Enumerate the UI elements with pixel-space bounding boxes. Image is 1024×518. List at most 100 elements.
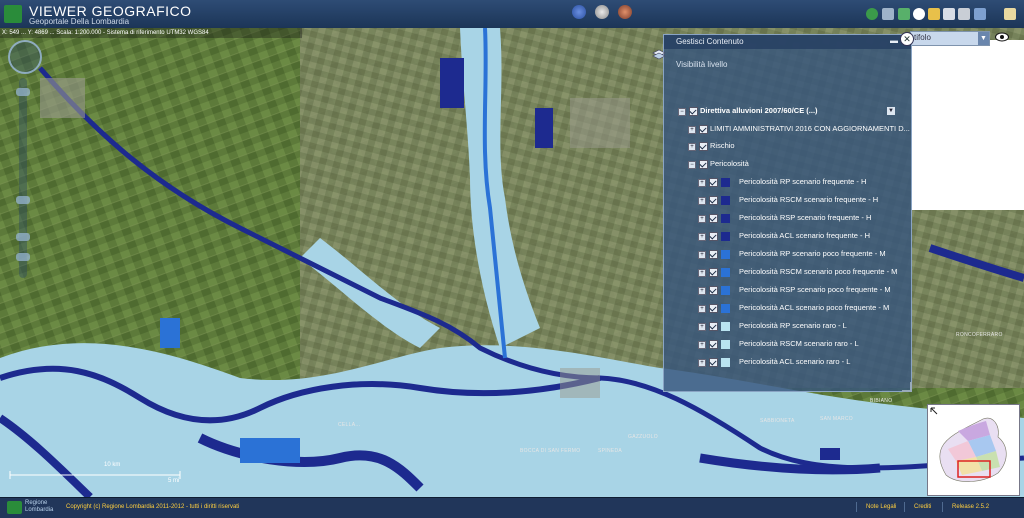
settings-icon[interactable] — [974, 8, 986, 20]
layer-row[interactable]: + Pericolosità ACL scenario poco frequen… — [698, 303, 903, 315]
scale-bar: 10 km 5 mi — [8, 462, 183, 484]
release-link[interactable]: Release 2.5.2 — [952, 504, 989, 510]
mail-icon[interactable] — [1004, 8, 1016, 20]
layer-checkbox[interactable] — [709, 304, 718, 313]
expand-icon[interactable]: + — [698, 269, 706, 277]
home-icon[interactable] — [866, 8, 878, 20]
tree-subgroup-row[interactable]: + LIMITI AMMINISTRATIVI 2016 CON AGGIORN… — [688, 124, 910, 136]
layer-checkbox[interactable] — [699, 160, 708, 169]
layer-search-value: tifolo — [914, 33, 931, 42]
expand-icon[interactable]: + — [698, 287, 706, 295]
collapse-icon[interactable]: − — [678, 108, 686, 116]
map-canvas[interactable]: X: 549 ... Y: 4869 ... Scala: 1:200.000 … — [0, 28, 1024, 497]
add-layer-icon[interactable] — [898, 8, 910, 20]
layer-row[interactable]: + Pericolosità RSCM scenario frequente -… — [698, 195, 903, 207]
layer-row[interactable]: + Pericolosità RP scenario raro - L — [698, 321, 903, 333]
layer-checkbox[interactable] — [709, 322, 718, 331]
note-legali-link[interactable]: Note Legali — [866, 504, 896, 510]
layer-row[interactable]: + Pericolosità RSCM scenario poco freque… — [698, 267, 903, 279]
measure-tool-icon[interactable] — [595, 5, 609, 19]
layer-checkbox[interactable] — [709, 268, 718, 277]
expand-icon[interactable]: + — [698, 215, 706, 223]
layer-checkbox[interactable] — [709, 196, 718, 205]
tree-subgroup-row[interactable]: + Rischio — [688, 141, 903, 153]
layer-checkbox[interactable] — [709, 286, 718, 295]
pan-control-icon[interactable] — [8, 40, 42, 74]
layer-checkbox[interactable] — [709, 232, 718, 241]
layer-checkbox[interactable] — [709, 358, 718, 367]
legend-swatch — [721, 268, 730, 277]
layer-checkbox[interactable] — [689, 107, 698, 116]
layer-row[interactable]: + Pericolosità RSP scenario poco frequen… — [698, 285, 903, 297]
expand-icon[interactable]: + — [698, 251, 706, 259]
layer-row[interactable]: + Pericolosità RP scenario poco frequent… — [698, 249, 903, 261]
zoom-slider[interactable] — [19, 78, 27, 278]
layer-row[interactable]: + Pericolosità RSP scenario frequente - … — [698, 213, 903, 225]
layer-row[interactable]: + Pericolosità ACL scenario frequente - … — [698, 231, 903, 243]
app-footer: Regione Lombardia Copyright (c) Regione … — [0, 497, 1024, 518]
compass-tool-icon[interactable] — [572, 5, 586, 19]
legend-swatch — [721, 340, 730, 349]
footer-org-line1: Regione — [25, 500, 48, 506]
panel-titlebar[interactable]: Gestisci Contenuto ▬ ✕ — [664, 32, 914, 49]
overview-map[interactable] — [927, 404, 1020, 496]
group-label: Direttiva alluvioni 2007/60/CE (...) — [700, 106, 818, 115]
expand-icon[interactable]: + — [698, 305, 706, 313]
expand-icon[interactable]: + — [698, 233, 706, 241]
layer-label: Pericolosità ACL scenario poco frequente… — [739, 303, 890, 312]
layer-checkbox[interactable] — [699, 125, 708, 134]
layer-checkbox[interactable] — [709, 250, 718, 259]
legend-swatch — [721, 304, 730, 313]
tools-icon[interactable] — [958, 8, 970, 20]
pan-tool-icon[interactable] — [882, 8, 894, 20]
layer-label: Pericolosità ACL scenario frequente - H — [739, 231, 871, 240]
resize-handle[interactable] — [902, 382, 912, 392]
plus-icon[interactable] — [913, 8, 925, 20]
expand-icon[interactable]: + — [688, 126, 696, 134]
folder-icon[interactable] — [928, 8, 940, 20]
minimize-icon[interactable]: ▬ — [890, 36, 898, 45]
tree-group-row[interactable]: − Direttiva alluvioni 2007/60/CE (...) — [678, 106, 898, 118]
zoom-in-button[interactable] — [16, 88, 30, 96]
place-label: SAN MARCO — [820, 416, 853, 422]
layer-row[interactable]: + Pericolosità RP scenario frequente - H — [698, 177, 903, 189]
scale-label-km: 10 km — [104, 462, 121, 468]
layer-search-field[interactable]: tifolo ▼ — [910, 31, 990, 46]
layer-label: Pericolosità RP scenario raro - L — [739, 321, 847, 330]
eye-icon[interactable] — [995, 32, 1009, 42]
place-label: GAZZUOLO — [628, 434, 658, 440]
print-icon[interactable] — [943, 8, 955, 20]
expand-icon[interactable]: + — [698, 359, 706, 367]
footer-divider — [942, 502, 943, 512]
expand-icon[interactable]: + — [688, 143, 696, 151]
layer-row[interactable]: + Pericolosità ACL scenario raro - L — [698, 357, 903, 369]
hand-tool-icon[interactable] — [16, 233, 30, 241]
panel-title: Gestisci Contenuto — [676, 37, 744, 46]
layer-checkbox[interactable] — [709, 340, 718, 349]
subgroup-label: LIMITI AMMINISTRATIVI 2016 CON AGGIORNAM… — [710, 124, 910, 133]
layer-row[interactable]: + Pericolosità RSCM scenario raro - L — [698, 339, 903, 351]
chevron-down-icon[interactable]: ▼ — [887, 107, 895, 115]
coordinate-readout: X: 549 ... Y: 4869 ... Scala: 1:200.000 … — [0, 28, 302, 38]
layer-checkbox[interactable] — [699, 142, 708, 151]
place-label: SPINEDA — [598, 448, 623, 454]
content-panel[interactable]: Gestisci Contenuto ▬ ✕ Visibilità livell… — [652, 32, 914, 392]
crediti-link[interactable]: Crediti — [914, 504, 931, 510]
place-label: BIBIANO — [870, 398, 893, 404]
legend-swatch — [721, 286, 730, 295]
layer-checkbox[interactable] — [709, 178, 718, 187]
footer-copyright: Copyright (c) Regione Lombardia 2011-201… — [66, 504, 240, 510]
expand-icon[interactable]: + — [698, 197, 706, 205]
tree-subgroup-row[interactable]: − Pericolosità — [688, 159, 903, 171]
zoom-out-button[interactable] — [16, 253, 30, 261]
expand-icon[interactable]: + — [698, 341, 706, 349]
expand-icon[interactable]: + — [698, 323, 706, 331]
expand-icon[interactable]: + — [698, 179, 706, 187]
close-icon[interactable]: ✕ — [900, 32, 914, 46]
collapse-icon[interactable]: − — [688, 161, 696, 169]
zoom-handle[interactable] — [16, 196, 30, 204]
chevron-down-icon[interactable]: ▼ — [978, 32, 989, 45]
place-label: BOCCA DI SAN FERMO — [520, 448, 581, 454]
layer-checkbox[interactable] — [709, 214, 718, 223]
globe-tool-icon[interactable] — [618, 5, 632, 19]
